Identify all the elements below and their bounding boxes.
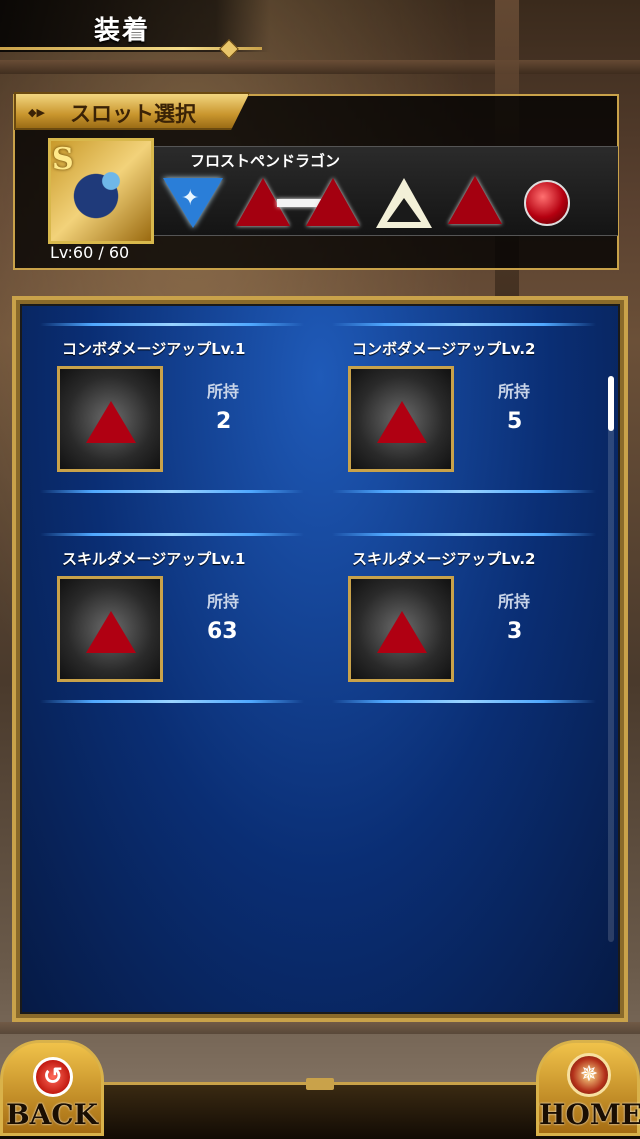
gem-thumbnail[interactable] [348, 366, 454, 472]
row-divider [332, 533, 596, 536]
gem-thumbnail[interactable] [57, 576, 163, 682]
owned-label: 所持 [498, 382, 531, 401]
character-name: フロストペンドラゴン [190, 152, 341, 170]
background-beam [0, 1022, 640, 1034]
page-title: 装着 [94, 16, 151, 46]
home-label: HOME [539, 1098, 640, 1131]
gem-name: コンボダメージアップLv.1 [62, 340, 246, 358]
back-arrow-icon: ↺ [33, 1057, 73, 1097]
compass-home-icon: ✵ [567, 1053, 611, 1097]
row-divider [332, 323, 596, 326]
character-rank-badge: S [52, 142, 74, 177]
slot-1[interactable]: ✦ [163, 178, 223, 230]
slot-selection-tab: ◆▶ スロット選択 [14, 92, 250, 130]
row-divider [40, 700, 304, 703]
scrollbar-track[interactable] [608, 376, 614, 942]
row-divider [40, 323, 304, 326]
level-label: Lv: [50, 243, 73, 262]
row-divider [40, 533, 304, 536]
level-separator: / [98, 243, 104, 262]
slot-5[interactable] [448, 176, 504, 230]
star-icon: ✦ [181, 186, 200, 211]
gem-thumbnail[interactable] [57, 366, 163, 472]
row-divider [332, 490, 596, 493]
home-button[interactable]: ✵ HOME [536, 1040, 640, 1136]
owned-count: 5 [507, 409, 523, 434]
owned-label: 所持 [498, 592, 531, 611]
owned-label: 所持 [207, 592, 240, 611]
red-triangle-gem-icon [377, 611, 427, 653]
level-max: 60 [108, 243, 130, 262]
slot-3[interactable] [306, 178, 362, 230]
owned-count: 2 [216, 409, 232, 434]
red-triangle-gem-icon [86, 611, 136, 653]
owned-count: 63 [207, 619, 238, 644]
red-triangle-gem-icon [86, 401, 136, 443]
scrollbar-thumb[interactable] [608, 376, 614, 431]
red-orb-gem-icon [524, 180, 570, 226]
bottom-ornament-icon [306, 1078, 334, 1090]
gem-name: コンボダメージアップLv.2 [352, 340, 536, 358]
red-triangle-gem-icon [306, 178, 360, 226]
tab-ornament-icon: ◆▶ [28, 106, 45, 119]
owned-label: 所持 [207, 382, 240, 401]
slot-selection-label: スロット選択 [70, 102, 196, 126]
level-current: 60 [72, 243, 94, 262]
gem-thumbnail[interactable] [348, 576, 454, 682]
background-beam [0, 60, 640, 74]
character-level: Lv:60 / 60 [50, 243, 129, 262]
red-triangle-gem-icon [377, 401, 427, 443]
red-diamond-gem-icon [448, 176, 502, 224]
back-label: BACK [5, 1098, 98, 1131]
gem-name: スキルダメージアップLv.2 [352, 550, 536, 568]
row-divider [40, 490, 304, 493]
empty-slot-hole [387, 198, 421, 222]
row-divider [332, 700, 596, 703]
slot-4[interactable] [376, 178, 434, 230]
slot-6[interactable] [524, 180, 572, 228]
back-button[interactable]: ↺ BACK [0, 1040, 104, 1136]
gem-name: スキルダメージアップLv.1 [62, 550, 246, 568]
owned-count: 3 [507, 619, 523, 644]
